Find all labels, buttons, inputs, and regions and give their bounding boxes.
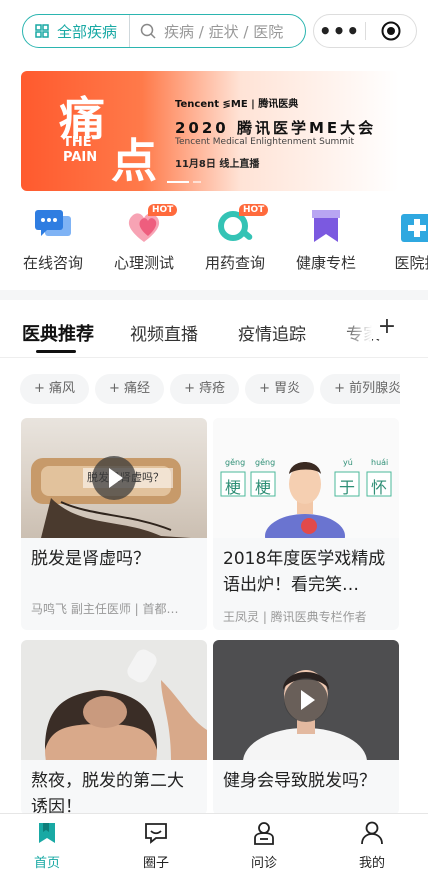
idiom-char: 梗 <box>225 478 242 497</box>
grid-icon <box>35 24 49 38</box>
idiom-char: 怀 <box>371 478 388 497</box>
add-tab-button[interactable]: + <box>372 314 402 339</box>
pinyin-label: huái <box>371 458 389 467</box>
pinyin-label: gěng <box>225 458 246 467</box>
chip-prostatitis[interactable]: + 前列腺炎 <box>320 374 400 404</box>
tab-live-video[interactable]: 视频直播 <box>130 320 198 345</box>
banner-title: 2020 腾讯医学ME大会 <box>175 119 377 137</box>
quick-entries: 在线咨询 HOT 心理测试 HOT 用药查询 健康专栏 医院 <box>0 204 428 278</box>
pinyin-label: gěng <box>255 458 276 467</box>
quick-entry-label: 在线咨询 <box>22 254 83 272</box>
nav-label: 我的 <box>358 856 385 871</box>
quick-entry-label: 健康专栏 <box>295 254 356 272</box>
search-input[interactable]: 疾病 / 症状 / 医院 <box>130 21 283 42</box>
chip-dysmenorrhea[interactable]: + 痛经 <box>95 374 165 404</box>
search-bar[interactable]: 全部疾病 疾病 / 症状 / 医院 <box>22 14 306 48</box>
nav-profile[interactable]: 我的 <box>332 820 412 871</box>
banner-indicator <box>167 181 201 183</box>
bookmark-icon <box>304 206 348 246</box>
banner-subtitle: Tencent Medical Enlightenment Summit <box>175 137 355 147</box>
home-bookmark-icon <box>39 823 55 843</box>
card-title: 脱发是肾虚吗？ <box>31 549 150 569</box>
topic-chips: + 痛风 + 痛经 + 痔疮 + 胃炎 + 前列腺炎 <box>20 374 400 406</box>
user-icon <box>361 821 383 845</box>
nav-circle[interactable]: 圈子 <box>116 820 196 871</box>
pill-search-icon: HOT <box>213 204 269 246</box>
quick-entry-psych-test[interactable]: HOT 心理测试 <box>104 204 184 273</box>
chip-hemorrhoids[interactable]: + 痔疮 <box>170 374 240 404</box>
banner-char-2: 点 <box>111 134 157 188</box>
hot-badge: HOT <box>148 204 178 216</box>
card-author: 马鸣飞 副主任医师 | 首都… <box>31 602 179 616</box>
heart-icon: HOT <box>122 204 178 246</box>
doctor-icon <box>254 822 274 845</box>
category-label: 全部疾病 <box>57 22 118 41</box>
article-thumbnail: gěng gěng yú huái 梗 梗 于 怀 <box>213 418 399 538</box>
nav-label: 问诊 <box>250 856 277 871</box>
pinyin-label: yú <box>343 458 353 467</box>
play-icon[interactable] <box>284 678 328 722</box>
chat-bubbles-icon <box>31 206 75 246</box>
nav-home[interactable]: 首页 <box>7 820 87 871</box>
idiom-char: 于 <box>339 478 356 497</box>
video-thumbnail: 脱发是肾虚吗？ <box>21 418 207 538</box>
banner-date: 11月8日 线上直播 <box>175 159 260 170</box>
article-card[interactable]: 熬夜，脱发的第二大诱因！ <box>21 640 207 815</box>
article-card[interactable]: 脱发是肾虚吗？ 脱发是肾虚吗？ 马鸣飞 副主任医师 | 首都… <box>21 418 207 630</box>
quick-entry-label: 医院指 <box>394 254 428 272</box>
quick-entry-consult[interactable]: 在线咨询 <box>13 206 93 273</box>
target-icon <box>381 21 401 41</box>
promo-banner[interactable]: 痛 THE PAIN 点 Tencent ≶ME | 腾讯医典 2020 腾讯医… <box>21 71 399 191</box>
quick-entry-label: 心理测试 <box>113 254 174 272</box>
video-thumbnail <box>213 640 399 760</box>
search-icon <box>140 23 156 39</box>
section-divider <box>0 290 428 300</box>
quick-entry-drug-search[interactable]: HOT 用药查询 <box>195 204 275 273</box>
tab-recommend[interactable]: 医典推荐 <box>22 320 94 346</box>
chip-gastritis[interactable]: + 胃炎 <box>245 374 315 404</box>
card-author: 王凤灵 | 腾讯医典专栏作者 <box>223 610 367 624</box>
nav-label: 首页 <box>33 856 60 871</box>
article-thumbnail <box>21 640 207 760</box>
banner-english: THE PAIN <box>63 135 98 165</box>
content-tabs: 医典推荐 视频直播 疫情追踪 专家 + <box>0 300 428 358</box>
balding-head-illustration <box>45 649 207 760</box>
card-title: 熬夜，脱发的第二大诱因！ <box>31 771 184 815</box>
tab-epidemic[interactable]: 疫情追踪 <box>238 320 306 345</box>
miniprogram-capsule: ••• <box>313 14 417 48</box>
top-bar: 全部疾病 疾病 / 症状 / 医院 ••• <box>0 0 428 62</box>
article-card[interactable]: 健身会导致脱发吗？ <box>213 640 399 815</box>
quick-entry-hospital-guide[interactable]: 医院指 <box>377 206 428 273</box>
quick-entry-health-column[interactable]: 健康专栏 <box>286 206 366 273</box>
nav-consult[interactable]: 问诊 <box>224 820 304 871</box>
hot-badge: HOT <box>239 204 269 216</box>
banner-brand: Tencent ≶ME | 腾讯医典 <box>175 99 299 110</box>
category-selector[interactable]: 全部疾病 <box>23 15 131 47</box>
indicator-dot <box>167 181 189 183</box>
page: 全部疾病 疾病 / 症状 / 医院 ••• 痛 THE PAIN 点 Tence… <box>0 0 428 873</box>
bottom-navigation: 首页 圈子 问诊 我的 <box>0 813 428 873</box>
message-square-icon <box>145 823 167 844</box>
search-placeholder: 疾病 / 症状 / 医院 <box>164 22 284 41</box>
more-button[interactable]: ••• <box>314 21 365 41</box>
quick-entry-label: 用药查询 <box>204 254 265 272</box>
article-card[interactable]: gěng gěng yú huái 梗 梗 于 怀 2018年度医学戏精成语出炉… <box>213 418 399 630</box>
hospital-icon <box>395 206 428 246</box>
play-icon[interactable] <box>92 456 136 500</box>
close-button[interactable] <box>366 21 416 41</box>
chip-gout[interactable]: + 痛风 <box>20 374 90 404</box>
card-title: 健身会导致脱发吗？ <box>223 771 376 791</box>
idiom-char: 梗 <box>255 478 272 497</box>
tab-fade <box>340 310 372 350</box>
card-title: 2018年度医学戏精成语出炉！看完笑… <box>223 549 386 595</box>
active-tab-indicator <box>36 350 76 353</box>
indicator-dot <box>193 181 201 183</box>
nav-label: 圈子 <box>142 856 169 871</box>
